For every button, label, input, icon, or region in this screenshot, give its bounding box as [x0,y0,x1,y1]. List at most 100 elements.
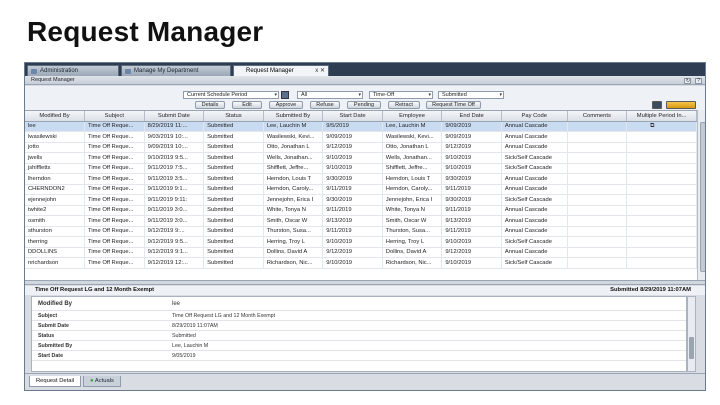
column-header[interactable]: Modified By [25,111,86,122]
calendar-icon[interactable] [281,91,289,99]
table-cell: 9/10/2019 [441,152,502,164]
table-cell: 9/03/2019 10:... [144,131,205,143]
table-row[interactable]: therring Time Off Reque... 9/12/2019 9:5..… [25,236,697,248]
table-cell: osmith [25,215,86,227]
table-cell: 9/11/2019 [441,184,502,195]
select-value: Time-Off [373,92,395,98]
table-row[interactable]: twhite2 Time Off Reque... 9/11/2019 3:0...… [25,205,697,216]
table-cell: Herndon, Louis T [263,173,324,185]
table-cell: 9/11/2019 9:11: [144,194,205,206]
detail-row: Submit Date 8/29/2019 11:07AM [32,321,686,331]
table-cell: Sick/Self Cascade [501,257,568,269]
column-header[interactable]: Submit Date [144,111,205,122]
tab-request-manager[interactable]: Request Manager x ✕ [233,65,329,76]
table-row[interactable]: CHERNDON2 Time Off Reque... 9/11/2019 9:1.… [25,184,697,195]
all-select[interactable]: All ▾ [297,91,363,99]
help-icon[interactable]: ? [695,78,702,84]
table-cell: jwells [25,152,86,164]
scrollbar-thumb[interactable] [689,337,694,359]
detail-title: Time Off Request LG and 12 Month Exempt [35,287,155,293]
table-cell: 8/29/2019 11:... [144,121,205,132]
table-row[interactable]: lwasilewski Time Off Reque... 9/03/2019 10… [25,131,697,143]
table-row[interactable]: jwells Time Off Reque... 9/10/2019 9:5... S… [25,152,697,164]
options-icon[interactable] [666,101,696,109]
table-cell: Submitted [203,226,264,237]
table-cell: Herring, Troy L [382,236,443,248]
approve-button[interactable]: Approve [269,101,303,109]
table-cell: 9/10/2019 [441,163,502,174]
detail-scrollbar[interactable] [687,296,696,372]
table-cell: Sick/Self Cascade [501,152,568,164]
table-cell: Time Off Reque... [84,152,145,164]
table-cell: Thurston, Susa... [382,226,443,237]
table-cell: Submitted [203,142,264,153]
refuse-button[interactable]: Refuse [310,101,340,109]
table-cell: Lee, Lauchin M [382,121,443,132]
table-cell: Submitted [203,205,264,216]
table-row[interactable]: jotto Time Off Reque... 9/09/2019 10:... Su… [25,142,697,153]
table-cell: 9/11/2019 [441,205,502,216]
table-cell: sthurston [25,226,86,237]
table-row[interactable]: jshiffletts Time Off Reque... 9/11/2019 7:… [25,163,697,174]
table-row[interactable]: osmith Time Off Reque... 9/11/2019 3:0... S… [25,215,697,227]
table-cell: 9/09/2019 [441,121,502,132]
column-header[interactable]: Comments [567,111,628,122]
column-header[interactable]: Pay Code [501,111,568,122]
table-cell [626,173,697,185]
detail-key: Modified By [38,301,72,307]
table-cell: Submitted [203,184,264,195]
tab-actuals[interactable]: ● Actuals [83,376,121,387]
table-cell: Submitted [203,131,264,143]
tab-manage-my-department[interactable]: Manage My Department [121,65,231,76]
table-cell: Herndon, Caroly... [263,184,324,195]
column-header[interactable]: Multiple Period In... [626,111,697,122]
scrollbar-thumb[interactable] [700,122,705,272]
table-row[interactable]: nrichardson Time Off Reque... 9/12/2019 12… [25,257,697,269]
table-row[interactable]: DDOLLINS Time Off Reque... 9/12/2019 9:1..… [25,247,697,258]
table-cell: Shifflett, Jeffre... [263,163,324,174]
tab-request-detail[interactable]: Request Detail [29,376,82,387]
table-cell: nrichardson [25,257,86,269]
export-icon[interactable] [652,101,662,109]
detail-value: 9/05/2019 [172,353,196,359]
detail-row: Status Submitted [32,331,686,341]
table-row[interactable]: ejennejohn Time Off Reque... 9/11/2019 9:1… [25,194,697,206]
table-cell: 9/11/2019 [322,226,383,237]
details-button[interactable]: Details [195,101,225,109]
attachment-icon[interactable]: ⧉ [650,123,654,129]
grid-scrollbar[interactable] [697,110,705,280]
detail-row: Subject Time Off Request LG and 12 Month… [32,311,686,321]
table-cell: ⧉ [626,121,697,132]
edit-button[interactable]: Edit [232,101,262,109]
app-window: Administration Manage My Department Requ… [24,62,706,391]
pending-button[interactable]: Pending [347,101,381,109]
tab-label: Request Manager [246,68,294,74]
column-header[interactable]: Start Date [322,111,383,122]
column-header[interactable]: Status [203,111,264,122]
table-row[interactable]: lee Time Off Reque... 8/29/2019 11:... Subm… [25,121,697,132]
panel-splitter[interactable] [25,280,705,285]
retract-button[interactable]: Retract [388,101,420,109]
refresh-icon[interactable]: ↻ [684,78,692,84]
request-time-off-button[interactable]: Request Time Off [426,101,481,109]
table-cell: Time Off Reque... [84,131,145,143]
table-cell: 9/10/2019 [322,152,383,164]
table-cell: 9/12/2019 [322,142,383,153]
status-select[interactable]: Submitted ▾ [438,91,504,99]
table-row[interactable]: sthurston Time Off Reque... 9/12/2019 9:..… [25,226,697,237]
tab-label: Manage My Department [134,68,199,74]
column-header[interactable]: Employee [382,111,443,122]
table-cell [626,152,697,164]
table-cell: Wells, Jonathan... [382,152,443,164]
table-row[interactable]: lherndon Time Off Reque... 9/11/2019 3:5..… [25,173,697,185]
table-cell: 9/11/2019 3:5... [144,173,205,185]
type-select[interactable]: Time-Off ▾ [369,91,433,99]
table-cell: White, Tonya N [263,205,324,216]
column-header[interactable]: Submitted By [263,111,324,122]
column-header[interactable]: End Date [441,111,502,122]
column-header[interactable]: Subject [84,111,145,122]
table-cell: Sick/Self Cascade [501,236,568,248]
chevron-down-icon: ▾ [274,92,277,98]
tab-administration[interactable]: Administration [27,65,119,76]
schedule-period-select[interactable]: Current Schedule Period ▾ [183,91,279,99]
